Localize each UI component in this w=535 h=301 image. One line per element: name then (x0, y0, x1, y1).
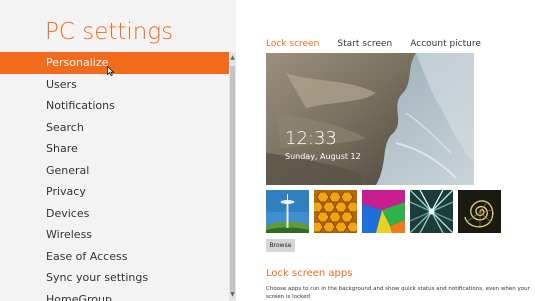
honeycomb-image (314, 190, 357, 233)
mouse-cursor-icon (107, 66, 115, 76)
light-trails-thumbnail[interactable] (410, 190, 453, 233)
honeycomb-thumbnail[interactable] (314, 190, 357, 233)
tab-lock-screen[interactable]: Lock screen (266, 38, 319, 50)
color-blocks-thumbnail[interactable] (362, 190, 405, 233)
tab-account-picture[interactable]: Account picture (410, 38, 481, 50)
sidebar-item-search[interactable]: Search (0, 117, 229, 139)
light-trails-image (410, 190, 453, 233)
settings-sidebar: PC settings Personalize Users Notificati… (0, 0, 236, 301)
sidebar-item-ease-of-access[interactable]: Ease of Access (0, 246, 229, 268)
sidebar-item-privacy[interactable]: Privacy (0, 181, 229, 203)
coastal-cliff-image (266, 53, 474, 185)
sidebar-item-share[interactable]: Share (0, 138, 229, 160)
lock-screen-thumbnails (266, 190, 501, 234)
scroll-up-arrow-icon[interactable]: ▲ (229, 54, 236, 62)
sidebar-item-sync-your-settings[interactable]: Sync your settings (0, 267, 229, 289)
browse-button[interactable]: Browse (266, 239, 295, 252)
sidebar-item-wireless[interactable]: Wireless (0, 224, 229, 246)
sidebar-item-users[interactable]: Users (0, 74, 229, 96)
lock-screen-preview: 12:33 Sunday, August 12 (266, 53, 474, 185)
sidebar-scrollbar[interactable]: ▲ ▼ (229, 52, 236, 301)
personalize-content: Lock screen Start screen Account picture (236, 0, 535, 301)
sidebar-item-notifications[interactable]: Notifications (0, 95, 229, 117)
lock-screen-apps-description: Choose apps to run in the background and… (266, 286, 530, 300)
nautilus-shell-thumbnail[interactable] (458, 190, 501, 233)
tab-start-screen[interactable]: Start screen (337, 38, 392, 50)
settings-nav-list: Personalize Users Notifications Search S… (0, 52, 229, 301)
scrollbar-thumb[interactable] (230, 66, 235, 292)
scroll-down-arrow-icon[interactable]: ▼ (229, 291, 236, 299)
sidebar-item-devices[interactable]: Devices (0, 203, 229, 225)
space-needle-thumbnail[interactable] (266, 190, 309, 233)
sidebar-item-homegroup[interactable]: HomeGroup (0, 289, 229, 301)
color-blocks-image (362, 190, 405, 233)
space-needle-image (266, 190, 309, 233)
sidebar-item-general[interactable]: General (0, 160, 229, 182)
lock-screen-date: Sunday, August 12 (285, 152, 361, 161)
lock-screen-apps-heading: Lock screen apps (266, 268, 353, 279)
app-title: PC settings (45, 19, 174, 45)
personalize-tabs: Lock screen Start screen Account picture (266, 31, 494, 49)
nautilus-shell-image (458, 190, 501, 233)
lock-screen-time: 12:33 (285, 128, 337, 149)
